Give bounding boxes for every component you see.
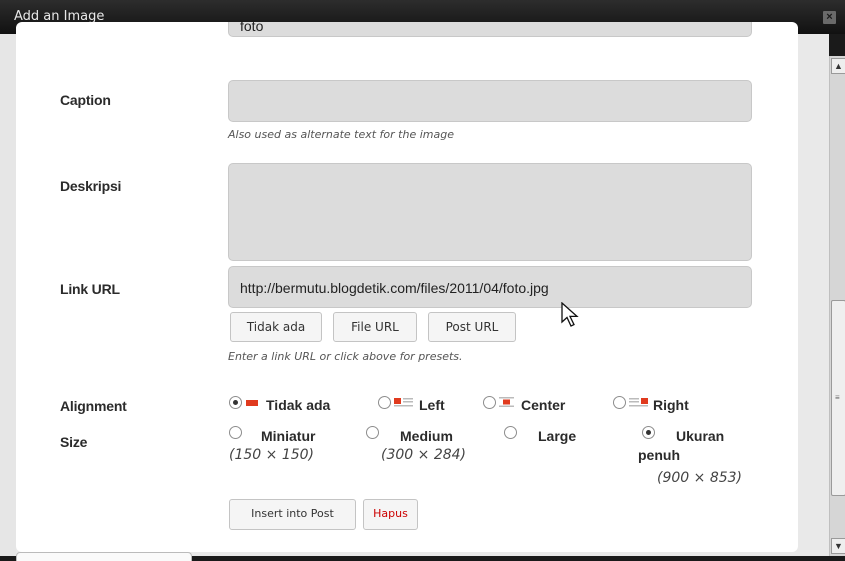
mouse-cursor-icon [561,302,579,327]
link-none-button[interactable]: Tidak ada [230,312,322,342]
align-center-radio[interactable] [483,396,496,409]
size-thumbnail-label: Miniatur [261,428,316,444]
link-url-label: Link URL [60,281,120,297]
link-url-hint: Enter a link URL or click above for pres… [228,350,463,363]
size-thumbnail-dims: (150 × 150) [229,447,314,463]
align-center-label: Center [521,397,566,413]
align-right-radio[interactable] [613,396,626,409]
align-left-label: Left [419,397,445,413]
caption-hint: Also used as alternate text for the imag… [228,128,454,141]
size-medium-radio[interactable] [366,426,379,439]
size-full-dims: (900 × 853) [657,470,742,486]
size-label: Size [60,434,88,450]
close-icon[interactable]: × [823,11,836,24]
description-textarea[interactable] [228,163,752,261]
size-large-label: Large [538,428,577,444]
scroll-down-icon[interactable]: ▼ [831,538,845,554]
caption-label: Caption [60,92,111,108]
grip-icon: ≡ [835,393,840,402]
scroll-thumb[interactable]: ≡ [831,300,845,496]
link-post-url-button[interactable]: Post URL [428,312,516,342]
link-url-input[interactable]: http://bermutu.blogdetik.com/files/2011/… [228,266,752,308]
align-left-radio[interactable] [378,396,391,409]
insert-into-post-button[interactable]: Insert into Post [229,499,356,530]
align-left-icon [394,398,413,407]
size-full-radio[interactable] [642,426,655,439]
size-thumbnail-radio[interactable] [229,426,242,439]
title-field[interactable]: foto [228,22,752,37]
size-medium-label: Medium [400,428,453,444]
link-file-url-button[interactable]: File URL [333,312,417,342]
align-center-icon [499,397,514,407]
align-right-label: Right [653,397,689,413]
alignment-label: Alignment [60,398,127,414]
align-none-radio[interactable] [229,396,242,409]
description-label: Deskripsi [60,178,122,194]
align-none-label: Tidak ada [266,397,331,413]
size-full-label-line2: penuh [638,447,680,463]
delete-button[interactable]: Hapus [363,499,418,530]
size-large-radio[interactable] [504,426,517,439]
size-medium-dims: (300 × 284) [381,447,466,463]
align-right-icon [629,398,648,407]
scroll-up-icon[interactable]: ▲ [831,58,845,74]
dialog-left-edge [0,34,16,556]
size-full-label-line1: Ukuran [676,428,725,444]
media-form-panel: foto Judul Caption Also used as alternat… [16,22,798,552]
caption-input[interactable] [228,80,752,122]
align-none-icon [246,400,258,406]
bottom-tab [16,552,192,561]
vertical-scrollbar[interactable]: ▲ ≡ ▼ [829,56,845,556]
